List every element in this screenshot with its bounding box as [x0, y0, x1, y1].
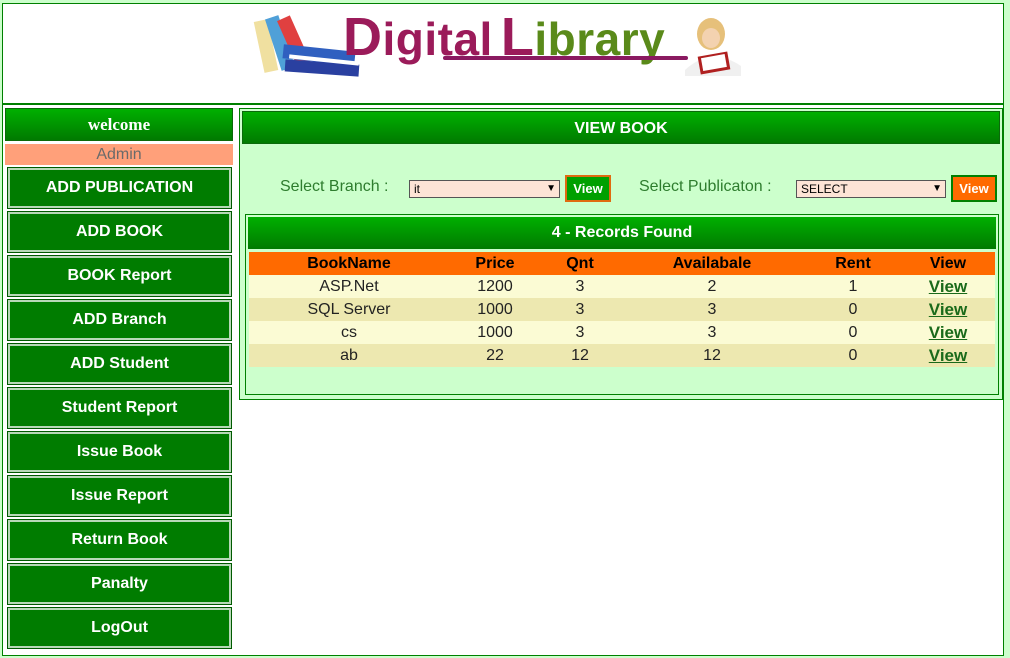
records-count: 4 - Records Found	[248, 217, 996, 249]
cell-view: View	[901, 344, 995, 367]
user-name: Admin	[5, 144, 233, 165]
cell-bookname: SQL Server	[249, 298, 449, 321]
branch-view-button[interactable]: View	[565, 175, 611, 202]
cell-view: View	[901, 275, 995, 298]
cell-view: View	[901, 298, 995, 321]
view-link[interactable]: View	[929, 346, 967, 365]
nav-student-report[interactable]: Student Report	[7, 387, 232, 429]
cell-bookname: cs	[249, 321, 449, 344]
nav-book-report[interactable]: BOOK Report	[7, 255, 232, 297]
cell-available: 12	[619, 344, 805, 367]
cell-qnt: 3	[541, 321, 619, 344]
cell-price: 1000	[449, 298, 541, 321]
cell-rent: 1	[805, 275, 901, 298]
cell-rent: 0	[805, 298, 901, 321]
col-available: Availabale	[619, 252, 805, 275]
dropdown-arrow-icon: ▼	[546, 183, 556, 194]
cell-available: 3	[619, 298, 805, 321]
cell-available: 2	[619, 275, 805, 298]
reader-illustration	[685, 18, 741, 76]
cell-qnt: 12	[541, 344, 619, 367]
col-price: Price	[449, 252, 541, 275]
publication-view-button[interactable]: View	[951, 175, 997, 202]
col-view: View	[901, 252, 995, 275]
logo-underline	[443, 56, 688, 60]
table-row: ASP.Net 1200 3 2 1 View	[249, 275, 995, 298]
books-table: BookName Price Qnt Availabale Rent View …	[249, 252, 995, 367]
cell-qnt: 3	[541, 298, 619, 321]
nav-issue-report[interactable]: Issue Report	[7, 475, 232, 517]
view-link[interactable]: View	[929, 300, 967, 319]
nav-return-book[interactable]: Return Book	[7, 519, 232, 561]
banner: D DigitalLibrary	[253, 6, 749, 84]
nav-add-publication[interactable]: ADD PUBLICATION	[7, 167, 232, 209]
cell-bookname: ASP.Net	[249, 275, 449, 298]
welcome-header: welcome	[5, 108, 233, 141]
branch-select-value: it	[414, 182, 420, 196]
view-book-panel: VIEW BOOK Select Branch : it ▼ View Sele…	[239, 108, 1003, 400]
cell-qnt: 3	[541, 275, 619, 298]
view-link[interactable]: View	[929, 277, 967, 296]
publication-select[interactable]: SELECT ▼	[796, 180, 946, 198]
branch-label: Select Branch :	[280, 178, 389, 195]
cell-bookname: ab	[249, 344, 449, 367]
col-qnt: Qnt	[541, 252, 619, 275]
cell-price: 22	[449, 344, 541, 367]
page: D DigitalLibrary welcome Admin ADD PUBLI…	[2, 3, 1004, 656]
records-box: 4 - Records Found BookName Price Qnt Ava…	[245, 214, 999, 395]
nav-issue-book[interactable]: Issue Book	[7, 431, 232, 473]
view-link[interactable]: View	[929, 323, 967, 342]
table-header-row: BookName Price Qnt Availabale Rent View	[249, 252, 995, 275]
cell-rent: 0	[805, 321, 901, 344]
dropdown-arrow-icon: ▼	[932, 183, 942, 194]
table-row: ab 22 12 12 0 View	[249, 344, 995, 367]
cell-price: 1200	[449, 275, 541, 298]
sidebar: welcome Admin ADD PUBLICATION ADD BOOK B…	[5, 108, 233, 649]
col-rent: Rent	[805, 252, 901, 275]
panel-title: VIEW BOOK	[242, 111, 1000, 144]
cell-rent: 0	[805, 344, 901, 367]
branch-select[interactable]: it ▼	[409, 180, 560, 198]
nav-add-book[interactable]: ADD BOOK	[7, 211, 232, 253]
publication-label: Select Publicaton :	[639, 178, 772, 195]
cell-price: 1000	[449, 321, 541, 344]
table-row: SQL Server 1000 3 3 0 View	[249, 298, 995, 321]
cell-available: 3	[619, 321, 805, 344]
nav-add-branch[interactable]: ADD Branch	[7, 299, 232, 341]
nav-add-student[interactable]: ADD Student	[7, 343, 232, 385]
cell-view: View	[901, 321, 995, 344]
table-row: cs 1000 3 3 0 View	[249, 321, 995, 344]
col-bookname: BookName	[249, 252, 449, 275]
nav-panalty[interactable]: Panalty	[7, 563, 232, 605]
publication-select-value: SELECT	[801, 182, 848, 196]
nav-logout[interactable]: LogOut	[7, 607, 232, 649]
header: D DigitalLibrary	[3, 4, 1003, 105]
